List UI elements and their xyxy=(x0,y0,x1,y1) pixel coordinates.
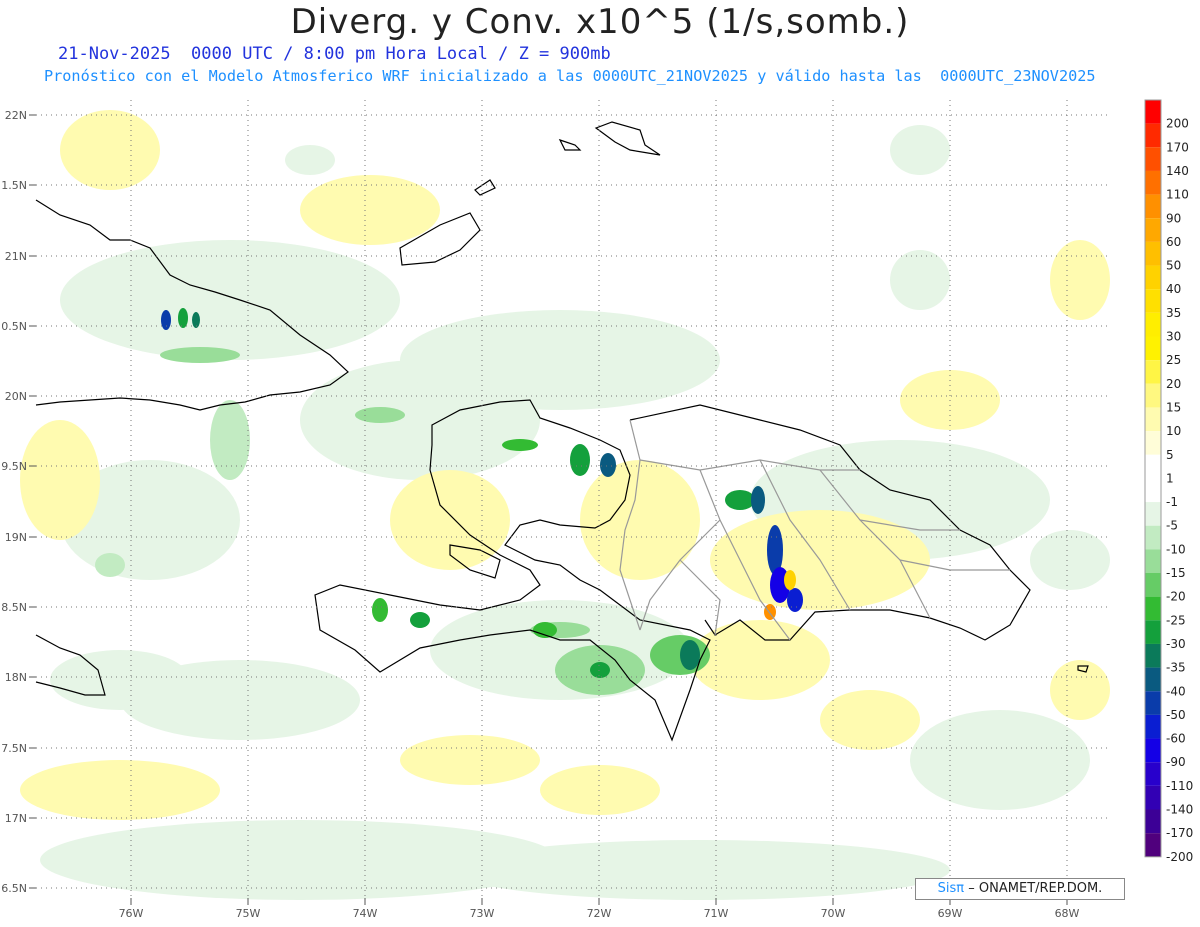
divergence-map: 22N 1.5N 21N 0.5N 20N 9.5N 19N 8.5N 18N … xyxy=(1,99,1193,920)
colorbar-swatch xyxy=(1145,431,1161,455)
colorbar-label: 10 xyxy=(1166,424,1181,438)
colorbar-label: -40 xyxy=(1166,684,1186,698)
colorbar-swatch xyxy=(1145,596,1161,621)
lat-label: 20N xyxy=(5,390,27,403)
colorbar-label: 90 xyxy=(1166,211,1181,225)
lon-label: 75W xyxy=(236,907,261,920)
colorbar-label: 1 xyxy=(1166,471,1174,485)
colorbar-label: 30 xyxy=(1166,330,1181,344)
colorbar-label: 35 xyxy=(1166,306,1181,320)
colorbar-swatch xyxy=(1145,265,1161,290)
lon-label: 71W xyxy=(704,907,729,920)
longitude-labels: 76W 75W 74W 73W 72W 71W 70W 69W 68W xyxy=(119,907,1080,920)
colorbar-swatch xyxy=(1145,123,1161,148)
credit-box: Sisπ – ONAMET/REP.DOM. xyxy=(915,878,1125,900)
colorbar-swatch xyxy=(1145,194,1161,219)
lon-label: 69W xyxy=(938,907,963,920)
lat-label: 0.5N xyxy=(1,320,27,333)
colorbar-label: -15 xyxy=(1166,566,1186,580)
colorbar-label: -25 xyxy=(1166,613,1186,627)
colorbar-swatch xyxy=(1145,502,1161,526)
lat-label: 6.5N xyxy=(1,882,27,895)
colorbar-swatch xyxy=(1145,620,1161,644)
colorbar-label: -30 xyxy=(1166,637,1186,651)
colorbar-swatch xyxy=(1145,336,1161,361)
colorbar-label: 110 xyxy=(1166,188,1189,202)
colorbar-swatch xyxy=(1145,383,1161,408)
sispi-logo: Sisπ xyxy=(937,881,965,896)
lon-label: 73W xyxy=(470,907,495,920)
colorbar-swatch xyxy=(1145,714,1161,739)
lat-label: 18N xyxy=(5,671,27,684)
colorbar-swatch xyxy=(1145,809,1161,834)
lat-label: 17N xyxy=(5,812,27,825)
colorbar-swatch xyxy=(1145,407,1161,432)
colorbar-label: 40 xyxy=(1166,282,1181,296)
colorbar-swatch xyxy=(1145,738,1161,763)
colorbar-label: 50 xyxy=(1166,259,1181,273)
colorbar-label: -5 xyxy=(1166,519,1178,533)
lat-label: 9.5N xyxy=(1,460,27,473)
colorbar-label: 25 xyxy=(1166,353,1181,367)
colorbar-swatch xyxy=(1145,360,1161,384)
colorbar-label: 15 xyxy=(1166,400,1181,414)
lon-label: 72W xyxy=(587,907,612,920)
colorbar-label: 140 xyxy=(1166,164,1189,178)
colorbar-label: 170 xyxy=(1166,140,1189,154)
lat-label: 19N xyxy=(5,531,27,544)
colorbar: 200 170 140 110 90 60 50 40 35 30 25 20 15 10 5 1 -1 -5 -1… xyxy=(1144,99,1193,864)
colorbar-label: -35 xyxy=(1166,661,1186,675)
colorbar-swatch xyxy=(1145,170,1161,195)
colorbar-swatch xyxy=(1145,100,1161,124)
colorbar-swatch xyxy=(1145,549,1161,573)
colorbar-swatch xyxy=(1145,478,1161,503)
colorbar-label: -20 xyxy=(1166,590,1186,604)
colorbar-label: 20 xyxy=(1166,377,1181,391)
colorbar-label: -110 xyxy=(1166,779,1193,793)
colorbar-label: -50 xyxy=(1166,708,1186,722)
colorbar-label: 60 xyxy=(1166,235,1181,249)
colorbar-label: -60 xyxy=(1166,732,1186,746)
lon-label: 74W xyxy=(353,907,378,920)
colorbar-swatch xyxy=(1145,525,1161,550)
lon-label: 76W xyxy=(119,907,144,920)
colorbar-swatch xyxy=(1145,762,1161,786)
colorbar-swatch xyxy=(1145,643,1161,668)
lat-label: 7.5N xyxy=(1,742,27,755)
credit-org: – ONAMET/REP.DOM. xyxy=(968,881,1103,896)
colorbar-label: -140 xyxy=(1166,803,1193,817)
colorbar-swatch xyxy=(1145,289,1161,313)
colorbar-label: -1 xyxy=(1166,495,1178,509)
lat-label: 8.5N xyxy=(1,601,27,614)
colorbar-swatch xyxy=(1145,454,1161,479)
colorbar-label: -170 xyxy=(1166,826,1193,840)
lat-label: 22N xyxy=(5,109,27,122)
colorbar-label: -90 xyxy=(1166,755,1186,769)
colorbar-swatch xyxy=(1145,833,1161,857)
lon-label: 68W xyxy=(1055,907,1080,920)
colorbar-swatch xyxy=(1145,218,1161,242)
colorbar-swatch xyxy=(1145,147,1161,171)
colorbar-swatch xyxy=(1145,573,1161,597)
lat-label: 1.5N xyxy=(1,179,27,192)
colorbar-label: 200 xyxy=(1166,117,1189,131)
colorbar-label: 5 xyxy=(1166,448,1174,462)
colorbar-swatch xyxy=(1145,785,1161,810)
colorbar-swatch xyxy=(1145,691,1161,715)
lat-label: 21N xyxy=(5,250,27,263)
colorbar-label: -200 xyxy=(1166,850,1193,864)
colorbar-swatch xyxy=(1145,312,1161,337)
colorbar-swatch xyxy=(1145,241,1161,266)
colorbar-swatch xyxy=(1145,667,1161,692)
lon-label: 70W xyxy=(821,907,846,920)
colorbar-label: -10 xyxy=(1166,542,1186,556)
